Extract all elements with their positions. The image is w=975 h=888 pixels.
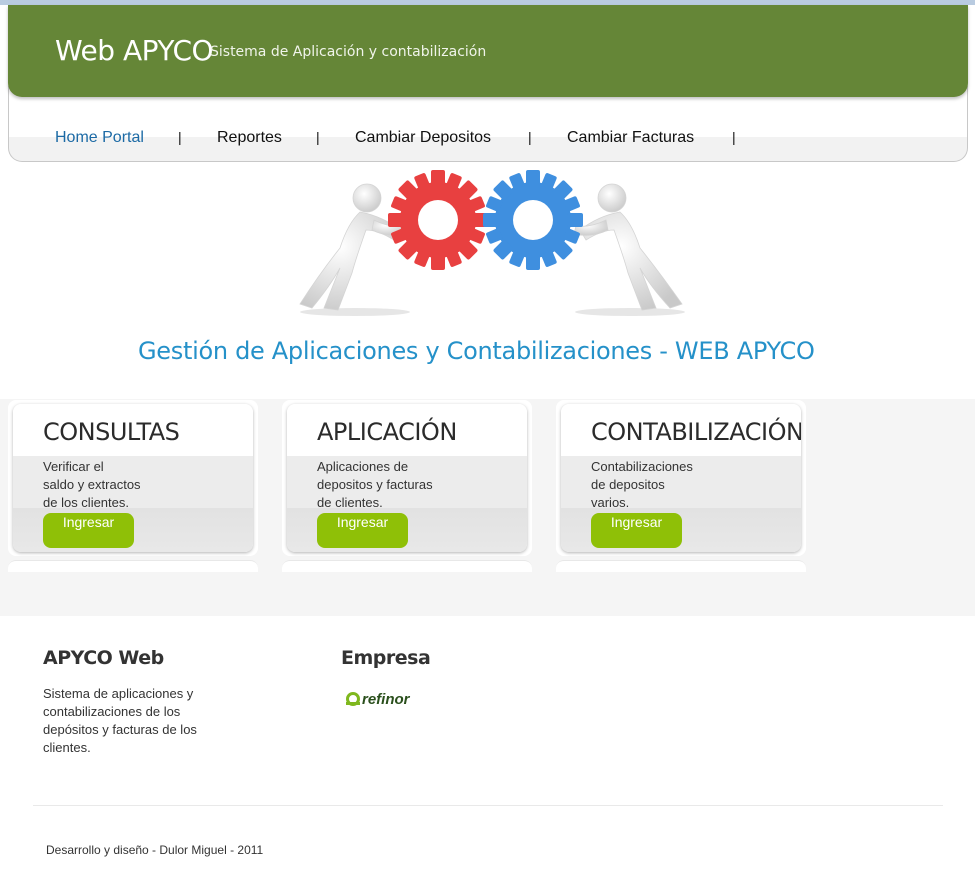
ingresar-button[interactable]: Ingresar <box>43 513 134 548</box>
refinor-logo[interactable]: refinor <box>345 689 425 709</box>
footer-company-heading: Empresa <box>341 647 431 669</box>
footer-divider <box>33 805 943 806</box>
nav-separator: | <box>732 129 736 145</box>
nav-reportes[interactable]: Reportes <box>217 129 282 147</box>
footer-about-heading: APYCO Web <box>43 647 164 669</box>
nav-home-portal[interactable]: Home Portal <box>55 129 144 147</box>
nav-separator: | <box>528 129 532 145</box>
card-title: CONSULTAS <box>43 418 180 446</box>
site-title: Web APYCO <box>55 34 214 67</box>
nav-cambiar-depositos[interactable]: Cambiar Depositos <box>355 129 491 147</box>
card-aplicacion: APLICACIÓN Aplicaciones de depositos y f… <box>287 404 527 552</box>
nav-bar <box>8 86 968 162</box>
page-tagline: Gestión de Aplicaciones y Contabilizacio… <box>138 337 815 365</box>
card-title: CONTABILIZACIÓN <box>591 418 801 446</box>
nav-cambiar-facturas[interactable]: Cambiar Facturas <box>567 129 694 147</box>
footer-about-text: Sistema de aplicaciones y contabilizacio… <box>43 686 197 755</box>
site-subtitle: Sistema de Aplicación y contabilización <box>210 44 487 60</box>
card-stub <box>282 560 532 572</box>
card-consultas: CONSULTAS Verificar el saldo y extractos… <box>13 404 253 552</box>
ingresar-button[interactable]: Ingresar <box>317 513 408 548</box>
footer-credits: Desarrollo y diseño - Dulor Miguel - 201… <box>46 843 264 857</box>
card-description: Contabilizaciones de depositos varios. <box>591 459 693 510</box>
red-gear-icon <box>388 170 488 270</box>
gears-teamwork-illustration <box>299 170 685 316</box>
card-description: Aplicaciones de depositos y facturas de … <box>317 459 433 510</box>
card-title: APLICACIÓN <box>317 418 457 446</box>
card-stub <box>556 560 806 572</box>
card-stub <box>8 560 258 572</box>
card-contabilizacion: CONTABILIZACIÓN Contabilizaciones de dep… <box>561 404 801 552</box>
left-figure-icon <box>299 183 407 311</box>
nav-separator: | <box>178 129 182 145</box>
right-figure-icon <box>573 183 683 311</box>
ingresar-button[interactable]: Ingresar <box>591 513 682 548</box>
card-description: Verificar el saldo y extractos de los cl… <box>43 459 141 510</box>
nav-separator: | <box>316 129 320 145</box>
site-header: Web APYCO Sistema de Aplicación y contab… <box>8 5 968 97</box>
blue-gear-icon <box>483 170 583 270</box>
svg-text:refinor: refinor <box>362 691 411 708</box>
